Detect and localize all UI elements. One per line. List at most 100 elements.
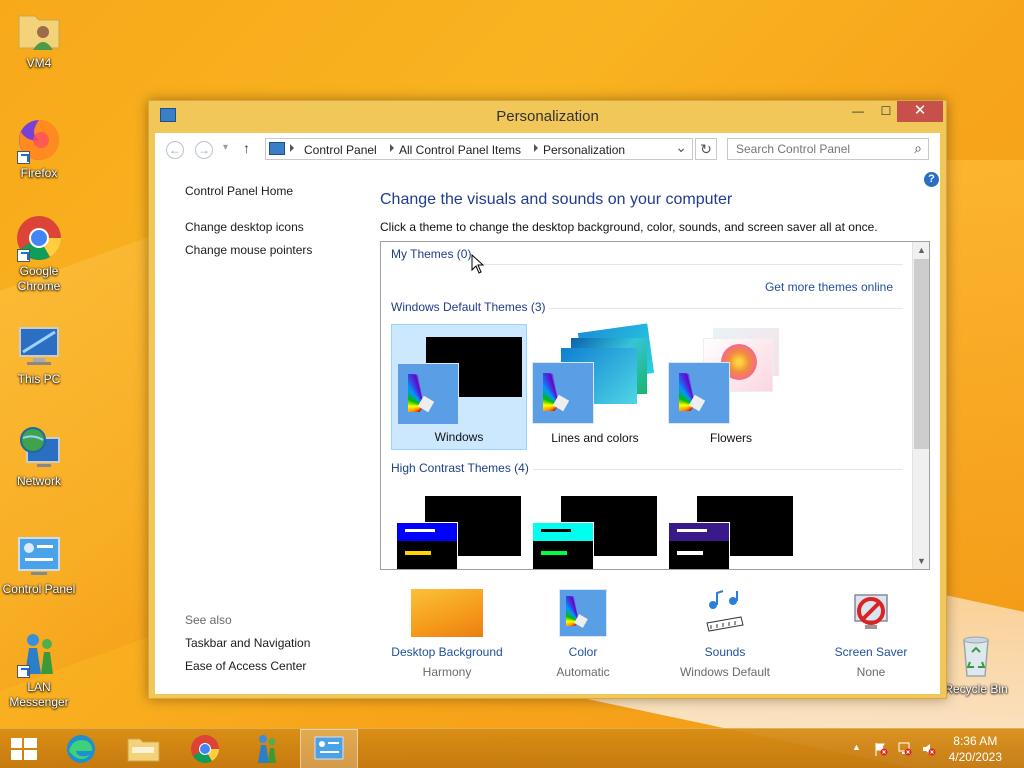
show-hidden-icons-button[interactable]: ▲ xyxy=(852,742,861,752)
desktop-icon-control-panel[interactable]: Control Panel xyxy=(1,532,77,597)
desktop-icon-label: VM4 xyxy=(26,56,52,70)
up-button[interactable]: ↑ xyxy=(243,140,250,156)
breadcrumb-personalization[interactable]: Personalization xyxy=(543,143,625,157)
lan-messenger-icon xyxy=(258,735,276,763)
action-center-flag-icon[interactable] xyxy=(874,742,888,756)
desktop-icon-label: Firefox xyxy=(20,166,58,180)
theme-windows[interactable]: Windows xyxy=(391,324,527,450)
clock-time: 8:36 AM xyxy=(953,734,998,748)
desktop-icon-chrome[interactable]: Google Chrome xyxy=(1,214,77,294)
setting-value: Windows Default xyxy=(679,665,771,679)
scroll-up-button[interactable]: ▲ xyxy=(917,245,926,255)
setting-name: Screen Saver xyxy=(834,645,908,659)
high-contrast-header: High Contrast Themes (4) xyxy=(391,461,529,475)
theme-label: Flowers xyxy=(709,431,752,445)
desktop-icon-lan-messenger[interactable]: LAN Messenger xyxy=(1,630,77,710)
taskbar-chrome[interactable] xyxy=(176,729,234,768)
color-palette-icon xyxy=(532,362,594,424)
theme-high-contrast-3[interactable] xyxy=(663,488,799,569)
taskbar-edge[interactable] xyxy=(52,729,110,768)
themes-list: My Themes (0) Get more themes online Win… xyxy=(380,241,930,570)
refresh-button[interactable]: ↻ xyxy=(695,138,717,160)
network-status-icon[interactable] xyxy=(898,742,912,756)
control-panel-icon xyxy=(314,736,344,760)
desktop-icon-vm4[interactable]: VM4 xyxy=(1,6,77,71)
see-also-label: See also xyxy=(185,613,232,627)
theme-label: Lines and colors xyxy=(551,431,639,445)
theme-lines-and-colors[interactable]: Lines and colors xyxy=(527,323,663,450)
setting-value: Automatic xyxy=(556,665,610,679)
control-panel-home-link[interactable]: Control Panel Home xyxy=(185,184,293,198)
desktop-icon-label: Network xyxy=(16,474,61,488)
this-pc-icon xyxy=(15,322,63,370)
help-icon[interactable]: ? xyxy=(924,172,939,187)
get-more-themes-link[interactable]: Get more themes online xyxy=(765,280,893,294)
close-button[interactable]: ✕ xyxy=(897,101,943,122)
desktop-icon-label: LAN Messenger xyxy=(9,680,69,709)
color-palette-icon xyxy=(668,362,730,424)
page-heading: Change the visuals and sounds on your co… xyxy=(380,191,733,208)
personalization-window: Personalization — ☐ ✕ ← → ▾ ↑ Control Pa… xyxy=(148,100,947,699)
page-description: Click a theme to change the desktop back… xyxy=(380,220,878,234)
taskbar-control-panel[interactable] xyxy=(300,729,358,768)
title-bar[interactable]: Personalization — ☐ ✕ xyxy=(149,101,946,131)
breadcrumb-all-items[interactable]: All Control Panel Items xyxy=(399,143,521,157)
setting-name: Sounds xyxy=(704,645,746,659)
theme-high-contrast-2[interactable] xyxy=(527,488,663,569)
default-themes-header: Windows Default Themes (3) xyxy=(391,300,546,314)
search-input[interactable] xyxy=(728,139,898,159)
desktop-icon-label: This PC xyxy=(17,372,61,386)
taskbar-lan-messenger[interactable] xyxy=(238,729,296,768)
high-contrast-preview xyxy=(668,522,730,569)
desktop-background-setting[interactable]: Desktop Background Harmony xyxy=(385,589,509,679)
maximize-button[interactable]: ☐ xyxy=(872,101,900,122)
address-dropdown-button[interactable]: ⌄ xyxy=(675,139,687,156)
change-desktop-icons-link[interactable]: Change desktop icons xyxy=(185,220,304,234)
back-button[interactable]: ← xyxy=(166,141,184,159)
taskbar-navigation-link[interactable]: Taskbar and Navigation xyxy=(185,636,310,650)
taskbar: ▲ 8:36 AM 4/20/2023 xyxy=(0,728,1024,768)
screen-saver-icon xyxy=(847,589,895,637)
scroll-down-button[interactable]: ▼ xyxy=(917,556,926,566)
volume-muted-icon[interactable] xyxy=(922,742,936,756)
search-icon[interactable]: ⌕ xyxy=(914,140,922,157)
taskbar-file-explorer[interactable] xyxy=(114,729,172,768)
desktop-icon-network[interactable]: Network xyxy=(1,424,77,489)
screen-saver-setting[interactable]: Screen Saver None xyxy=(815,589,927,679)
desktop-icon-recycle-bin[interactable]: Recycle Bin xyxy=(938,632,1014,697)
desktop-icon-this-pc[interactable]: This PC xyxy=(1,322,77,387)
breadcrumb-control-panel[interactable]: Control Panel xyxy=(304,143,377,157)
windows-logo-icon xyxy=(11,738,37,760)
desktop-icon-firefox[interactable]: Firefox xyxy=(1,116,77,181)
search-box: ⌕ xyxy=(727,138,929,160)
section-divider xyxy=(473,264,903,265)
setting-value: None xyxy=(856,665,886,679)
theme-high-contrast-1[interactable] xyxy=(391,488,527,569)
mouse-pointer-icon xyxy=(471,253,485,277)
edge-icon xyxy=(67,735,95,763)
breadcrumb-separator xyxy=(534,144,538,152)
ease-of-access-link[interactable]: Ease of Access Center xyxy=(185,659,306,673)
window-title: Personalization xyxy=(496,108,599,125)
high-contrast-preview xyxy=(532,522,594,569)
desktop-icon-label: Recycle Bin xyxy=(944,682,1008,696)
forward-button[interactable]: → xyxy=(195,141,213,159)
control-panel-icon xyxy=(15,532,63,580)
desktop-background-thumbnail xyxy=(411,589,483,637)
scroll-thumb[interactable] xyxy=(914,259,929,449)
theme-flowers[interactable]: Flowers xyxy=(663,324,799,450)
color-setting[interactable]: Color Automatic xyxy=(535,589,631,679)
recent-locations-button[interactable]: ▾ xyxy=(223,142,228,153)
change-mouse-pointers-link[interactable]: Change mouse pointers xyxy=(185,243,312,257)
minimize-button[interactable]: — xyxy=(844,101,872,122)
navigation-bar: ← → ▾ ↑ Control Panel All Control Panel … xyxy=(155,133,940,165)
color-palette-icon xyxy=(397,363,459,425)
themes-scrollbar[interactable]: ▲ ▼ xyxy=(912,242,929,569)
address-field[interactable]: Control Panel All Control Panel Items Pe… xyxy=(265,138,693,160)
start-button[interactable] xyxy=(0,729,48,768)
network-icon xyxy=(15,424,63,472)
sounds-setting[interactable]: Sounds Windows Default xyxy=(665,589,785,679)
system-clock[interactable]: 8:36 AM 4/20/2023 xyxy=(949,733,1002,765)
control-panel-icon xyxy=(269,142,285,155)
setting-value: Harmony xyxy=(422,665,472,679)
